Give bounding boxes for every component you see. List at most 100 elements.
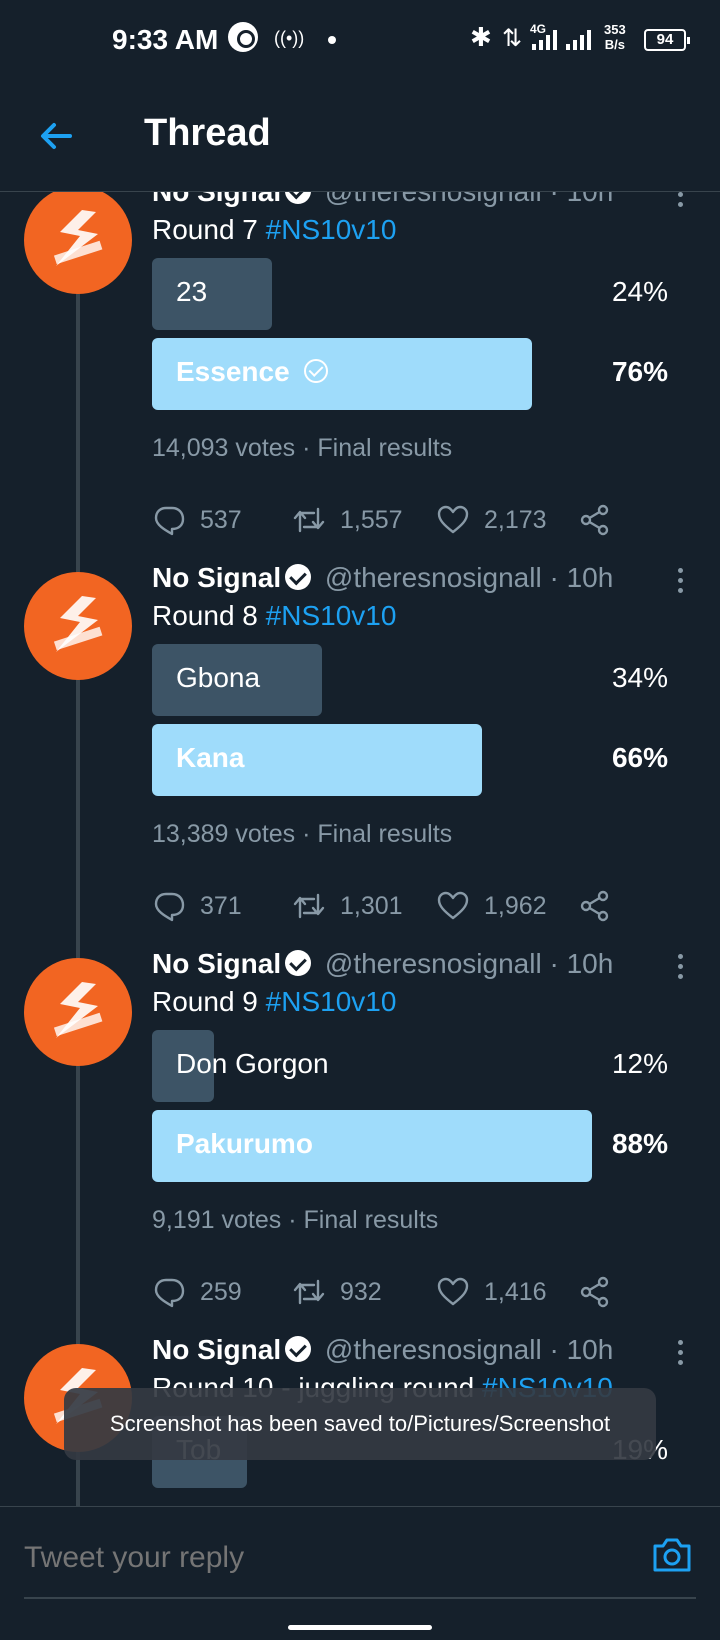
- tweet-text: Round 8 #NS10v10: [152, 600, 396, 632]
- speed-unit: B/s: [604, 37, 625, 52]
- share-icon: [580, 1276, 609, 1308]
- data-transfer-icon: ⇅: [502, 25, 523, 52]
- author-name[interactable]: No Signal: [152, 948, 281, 979]
- retweet-button[interactable]: 1,557: [292, 500, 403, 540]
- more-options-icon[interactable]: [676, 954, 684, 984]
- retweet-icon: [293, 507, 325, 533]
- hashtag-link[interactable]: #NS10v10: [266, 986, 397, 1017]
- like-button[interactable]: 1,416: [436, 1272, 547, 1312]
- hashtag-link[interactable]: #NS10v10: [266, 600, 397, 631]
- network-speed: 353 B/s: [604, 22, 626, 52]
- bluetooth-icon: ✱: [470, 22, 492, 52]
- retweet-button[interactable]: 1,301: [292, 886, 403, 926]
- poll-option-label: Pakurumo: [176, 1128, 313, 1159]
- author-handle[interactable]: @theresnosignall: [325, 562, 542, 593]
- tweet-time: 10h: [566, 1334, 614, 1365]
- author-handle[interactable]: @theresnosignall: [325, 192, 542, 207]
- share-button[interactable]: [578, 1272, 626, 1312]
- author-handle[interactable]: @theresnosignall: [325, 1334, 542, 1365]
- tweet-body: Round 7: [152, 214, 258, 245]
- avatar[interactable]: [24, 192, 132, 294]
- tweet-time: 10h: [567, 192, 614, 207]
- more-options-icon[interactable]: [676, 568, 684, 598]
- like-button[interactable]: 2,173: [436, 500, 547, 540]
- tweet[interactable]: No Signal @theresnosignall · 10h Round 8…: [0, 562, 720, 948]
- poll-option-label: 23: [176, 276, 208, 307]
- tweet-time: 10h: [566, 948, 614, 979]
- share-button[interactable]: [578, 886, 626, 926]
- avatar[interactable]: [24, 572, 132, 680]
- tweet-actions: 259 932 1,416: [152, 1272, 632, 1312]
- poll-option-label: Gbona: [176, 662, 261, 693]
- tweet[interactable]: No Signal @theresnosignall · 10h Round 9…: [0, 948, 720, 1334]
- hashtag-link[interactable]: #NS10v10: [266, 214, 397, 245]
- status-time: 9:33 AM: [112, 24, 219, 55]
- tweet-body: Round 9: [152, 986, 258, 1017]
- meta-dot: ·: [302, 434, 311, 462]
- poll-meta: 14,093 votes · Final results: [152, 434, 452, 463]
- app-header: Thread: [0, 80, 720, 192]
- poll-meta: 13,389 votes · Final results: [152, 820, 452, 849]
- poll-status: Final results: [303, 1206, 439, 1234]
- home-indicator[interactable]: [288, 1625, 432, 1630]
- no-signal-logo-icon: [53, 596, 103, 652]
- author-name[interactable]: No Signal: [152, 192, 281, 207]
- share-button[interactable]: [578, 500, 626, 540]
- poll-meta: 9,191 votes · Final results: [152, 1206, 438, 1235]
- poll-bar: [152, 258, 272, 330]
- poll-option-percent: 34%: [611, 662, 668, 693]
- thread-content[interactable]: No Signal @theresnosignall · 10h Round 7…: [0, 192, 720, 1506]
- signal-strength-2-icon: [566, 30, 591, 50]
- reply-input[interactable]: [24, 1533, 584, 1583]
- reply-button[interactable]: 371: [152, 886, 242, 926]
- tweet-header: No Signal @theresnosignall · 10h: [152, 1334, 613, 1370]
- speed-value: 353: [604, 22, 626, 37]
- like-button[interactable]: 1,962: [436, 886, 547, 926]
- poll-option: Gbona 34%: [152, 644, 668, 716]
- meta-dot: ·: [288, 1206, 297, 1234]
- more-options-icon[interactable]: [676, 1340, 684, 1370]
- reply-count: 259: [200, 1277, 242, 1306]
- tweet-text: Round 9 #NS10v10: [152, 986, 396, 1018]
- reply-button[interactable]: 537: [152, 500, 242, 540]
- poll-option: Don Gorgon 12%: [152, 1030, 668, 1102]
- reply-button[interactable]: 259: [152, 1272, 242, 1312]
- share-icon: [580, 890, 609, 922]
- reply-bar: [0, 1506, 720, 1640]
- poll-option-winner: Pakurumo 88%: [152, 1110, 668, 1182]
- tweet-actions: 371 1,301 1,962: [152, 886, 632, 926]
- check-circle-icon: [303, 359, 328, 383]
- reply-count: 537: [200, 505, 242, 534]
- heart-icon: [437, 1277, 469, 1306]
- retweet-button[interactable]: 932: [292, 1272, 382, 1312]
- more-options-icon[interactable]: [676, 192, 684, 212]
- retweet-count: 1,301: [340, 891, 403, 920]
- avatar[interactable]: [24, 958, 132, 1066]
- author-handle[interactable]: @theresnosignall: [325, 948, 542, 979]
- like-count: 1,962: [484, 891, 547, 920]
- retweet-count: 1,557: [340, 505, 403, 534]
- author-name[interactable]: No Signal: [152, 1334, 281, 1365]
- vote-count: 13,389 votes: [152, 820, 296, 848]
- whatsapp-icon: [228, 22, 258, 52]
- vote-count: 9,191 votes: [152, 1206, 282, 1234]
- tweet[interactable]: No Signal @theresnosignall · 10h Round 7…: [0, 192, 720, 562]
- separator: ·: [549, 562, 559, 593]
- signal-strength-icon: [532, 30, 557, 50]
- poll-option-label: Essence: [176, 356, 328, 388]
- tweet-actions: 537 1,557 2,173: [152, 500, 632, 540]
- poll-option: 23 24%: [152, 258, 668, 330]
- poll-option-percent: 88%: [611, 1128, 668, 1159]
- arrow-left-icon[interactable]: [36, 116, 76, 156]
- author-name[interactable]: No Signal: [152, 562, 281, 593]
- tweet-text: Round 7 #NS10v10: [152, 214, 396, 246]
- poll-option-percent: 76%: [611, 356, 668, 387]
- tweet-header: No Signal @theresnosignall · 10h: [152, 192, 613, 212]
- separator: ·: [549, 1334, 559, 1365]
- vote-count: 14,093 votes: [152, 434, 296, 462]
- camera-icon[interactable]: [650, 1533, 694, 1577]
- status-bar: 9:33 AM ((•)) ✱ ⇅ 4G 353 B/s 94: [0, 0, 720, 80]
- poll-option-label: Don Gorgon: [176, 1048, 329, 1079]
- retweet-icon: [293, 893, 325, 919]
- poll-option-percent: 12%: [611, 1048, 668, 1079]
